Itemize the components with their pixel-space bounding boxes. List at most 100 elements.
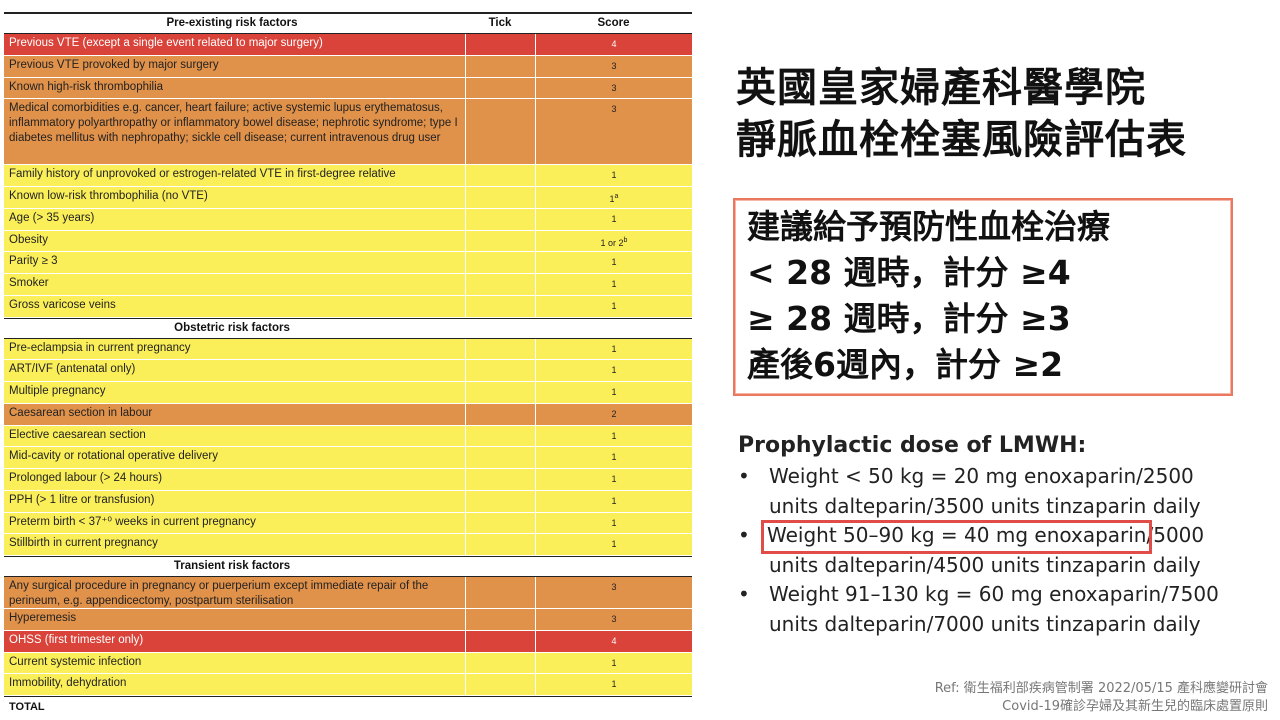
lmwh-dose-section: Prophylactic dose of LMWH: • Weight < 50… [738, 430, 1238, 639]
table-row: Gross varicose veins 1 [4, 295, 692, 318]
tick-cell [465, 652, 535, 674]
section-title: Transient risk factors [173, 560, 291, 572]
table-row: Prolonged labour (> 24 hours) 1 [4, 469, 692, 491]
table-row: Age (> 35 years) 1 [4, 208, 692, 231]
risk-factor-label: Previous VTE provoked by major surgery [9, 58, 219, 71]
score-value: 1 [611, 657, 617, 668]
risk-factor-label: Elective caesarean section [9, 428, 146, 441]
tick-cell [465, 338, 535, 360]
bullet-icon: • [738, 464, 750, 488]
risk-factor-label: Known high-risk thrombophilia [9, 80, 164, 93]
tick-cell [465, 469, 535, 490]
bullet-icon: • [738, 523, 750, 547]
score-value: 1 [611, 539, 617, 550]
dose-text: Weight < 50 kg = 20 mg enoxaparin/2500 u… [769, 464, 1201, 518]
tick-cell [465, 360, 535, 381]
score-value: 2 [611, 408, 617, 419]
score-value: 1 [611, 474, 617, 484]
risk-factor-label: Stillbirth in current pregnancy [9, 537, 158, 550]
table-row: Immobility, dehydration 1 [4, 674, 692, 696]
tick-cell [465, 447, 535, 468]
risk-factor-label: Smoker [9, 277, 49, 289]
score-value: 3 [611, 60, 617, 71]
score-cell: 1 [535, 534, 692, 555]
risk-factor-label: Medical comorbidities e.g. cancer, heart… [9, 102, 458, 145]
total-row: TOTAL [4, 696, 692, 714]
score-cell: 1 [535, 338, 692, 360]
risk-factor-label: Pre-eclampsia in current pregnancy [9, 341, 191, 354]
table-row: Obesity 1 or 2b [4, 230, 692, 253]
dose-item: • Weight 91–130 kg = 60 mg enoxaparin/75… [738, 580, 1238, 639]
tick-cell [465, 165, 535, 186]
score-cell: 1 [535, 360, 692, 381]
risk-factor-label: Hyperemesis [9, 612, 77, 624]
table-row: PPH (> 1 litre or transfusion) 1 [4, 490, 692, 513]
score-value: 1 [611, 517, 617, 528]
section-title: Obstetric risk factors [174, 321, 290, 334]
table-row: Elective caesarean section 1 [4, 425, 692, 448]
score-value: 1 [611, 213, 617, 224]
table-row: Previous VTE (except a single event rela… [4, 34, 692, 56]
score-value: 1 [611, 430, 617, 441]
section-score-spacer [535, 557, 692, 576]
risk-factor-label: Prolonged labour (> 24 hours) [9, 472, 163, 484]
table-row: Smoker 1 [4, 274, 692, 296]
score-cell: 3 [535, 77, 692, 99]
score-cell: 4 [535, 630, 692, 652]
dose-item: • Weight 50–90 kg = 40 mg enoxaparin/500… [738, 520, 1238, 580]
risk-factor-label: Known low-risk thrombophilia (no VTE) [9, 190, 208, 202]
risk-factor-label: Obesity [9, 233, 48, 246]
tick-cell [465, 34, 535, 55]
score-cell: 1 [535, 208, 692, 230]
score-value: 1 [611, 279, 617, 289]
score-footnote: a [614, 193, 619, 200]
score-cell: 1 or 2b [535, 230, 692, 252]
score-value: 1 [611, 452, 617, 463]
column-header-risk-factors: Pre-existing risk factors [166, 17, 298, 29]
tick-cell [465, 295, 535, 317]
score-cell: 1 [535, 295, 692, 317]
tick-cell [465, 274, 535, 295]
tick-cell [465, 208, 535, 230]
highlighted-dose-text: Weight 50–90 kg = 40 mg enoxaparin [760, 520, 1153, 553]
risk-factor-label: Gross varicose veins [9, 298, 116, 311]
tick-cell [465, 99, 535, 165]
risk-factor-label: Family history of unprovoked or estrogen… [9, 168, 396, 181]
score-cell: 3 [535, 55, 692, 77]
score-value: 1 [611, 170, 617, 181]
score-value: 1 [611, 679, 617, 690]
tick-cell [465, 252, 535, 273]
risk-factor-label: Previous VTE (except a single event rela… [9, 37, 323, 49]
score-footnote: b [623, 236, 628, 244]
table-row: Parity ≥ 3 1 [4, 252, 692, 274]
risk-factor-label: Age (> 35 years) [9, 211, 95, 224]
score-value: 3 [611, 614, 617, 624]
tick-cell [465, 230, 535, 252]
score-cell: 1 [535, 652, 692, 674]
score-cell: 1a [535, 187, 692, 208]
column-header-tick: Tick [488, 17, 512, 29]
table-header: Pre-existing risk factors Tick Score [4, 14, 692, 34]
risk-factor-label: Immobility, dehydration [9, 677, 127, 690]
slide-title: 英國皇家婦產科醫學院 靜脈血栓栓塞風險評估表 [736, 62, 1256, 166]
table-row: Multiple pregnancy 1 [4, 382, 692, 404]
tick-cell [465, 490, 535, 512]
table-row: Preterm birth < 37⁺⁰ weeks in current pr… [4, 512, 692, 535]
dose-text: Weight 91–130 kg = 60 mg enoxaparin/7500… [769, 582, 1219, 636]
risk-factor-label: Current systemic infection [9, 655, 142, 668]
tick-cell [465, 77, 535, 99]
section-tick-spacer [465, 319, 535, 338]
reference-line-2: Covid-19確診孕婦及其新生兒的臨床處置原則 [1002, 699, 1268, 714]
score-cell: 1 [535, 252, 692, 273]
score-cell: 3 [535, 609, 692, 630]
score-cell: 1 [535, 165, 692, 186]
table-row: OHSS (first trimester only) 4 [4, 630, 692, 653]
table-row: Known high-risk thrombophilia 3 [4, 77, 692, 100]
title-line-1: 英國皇家婦產科醫學院 [736, 65, 1146, 111]
recommendation-line: ≥ 28 週時，計分 ≥3 [747, 299, 1071, 338]
risk-factor-label: Mid-cavity or rotational operative deliv… [9, 450, 219, 463]
table-row: Caesarean section in labour 2 [4, 403, 692, 426]
tick-cell [465, 609, 535, 630]
score-cell: 1 [535, 382, 692, 403]
table-row: Mid-cavity or rotational operative deliv… [4, 447, 692, 469]
